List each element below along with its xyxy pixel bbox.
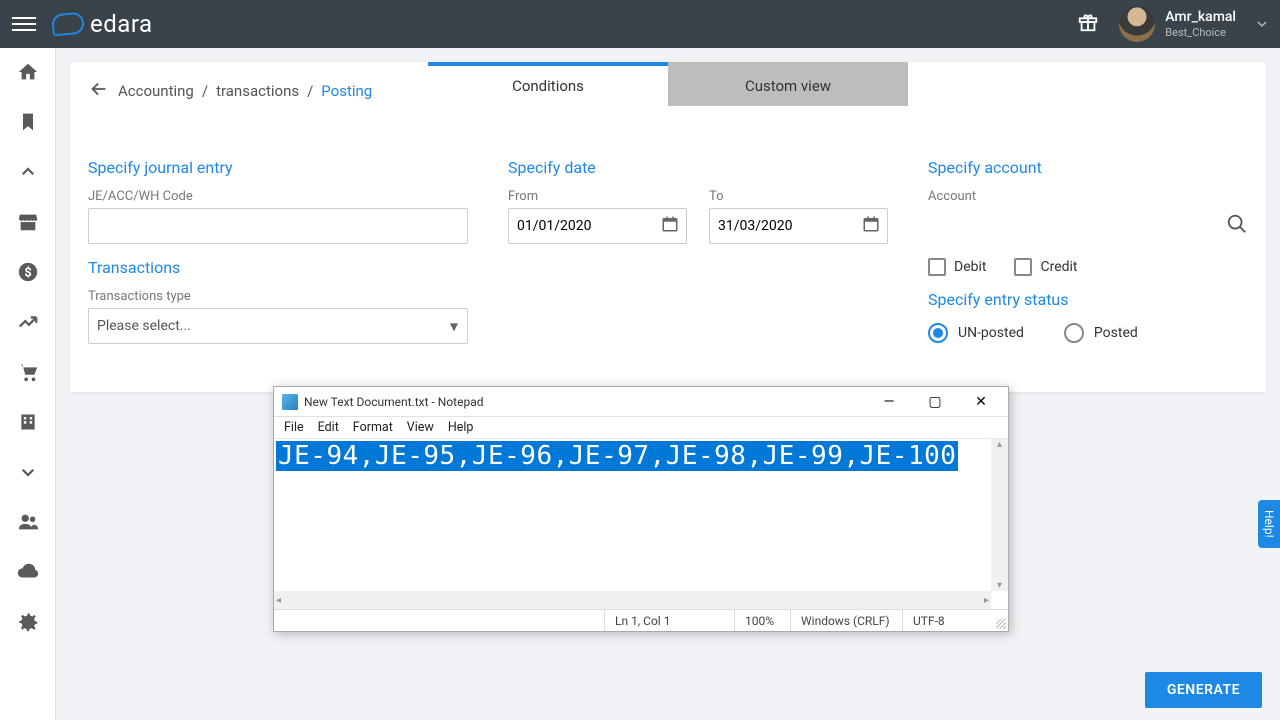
notepad-content[interactable]: JE-94,JE-95,JE-96,JE-97,JE-98,JE-99,JE-1…: [274, 439, 1008, 609]
credit-label: Credit: [1040, 259, 1077, 275]
crumb-2[interactable]: transactions: [216, 82, 299, 100]
tabs: Conditions Custom view: [428, 62, 908, 106]
transactions-title: Transactions: [88, 258, 468, 277]
scroll-right-icon[interactable]: ▸: [984, 595, 989, 606]
h-scrollbar[interactable]: ◂ ▸: [274, 591, 991, 609]
unposted-radio-item[interactable]: UN-posted: [928, 323, 1024, 343]
menu-toggle[interactable]: [12, 12, 36, 36]
to-label: To: [709, 189, 888, 204]
back-arrow-icon[interactable]: [88, 78, 110, 104]
gift-icon[interactable]: [1077, 11, 1099, 37]
account-title: Specify account: [928, 158, 1248, 177]
notepad-titlebar[interactable]: New Text Document.txt - Notepad — ▢ ✕: [274, 387, 1008, 417]
status-title: Specify entry status: [928, 290, 1248, 309]
notepad-icon: [282, 394, 298, 410]
tab-custom-view[interactable]: Custom view: [668, 62, 908, 106]
debit-label: Debit: [954, 259, 986, 275]
transactions-label: Transactions type: [88, 289, 468, 304]
status-enc: UTF-8: [902, 610, 992, 631]
posted-label: Posted: [1094, 325, 1138, 341]
trending-icon[interactable]: [16, 310, 40, 334]
logo[interactable]: edara: [52, 10, 153, 38]
up-chevron-icon[interactable]: [16, 160, 40, 184]
journal-label: JE/ACC/WH Code: [88, 189, 468, 204]
scroll-up-icon[interactable]: ▴: [991, 439, 1008, 450]
chevron-down-icon: [1256, 15, 1268, 34]
resize-grip[interactable]: [992, 610, 1008, 631]
from-label: From: [508, 189, 687, 204]
user-name: Amr_kamal: [1165, 9, 1236, 26]
status-eol: Windows (CRLF): [790, 610, 902, 631]
notepad-menubar: File Edit Format View Help: [274, 417, 1008, 439]
account-label: Account: [928, 189, 1248, 204]
home-icon[interactable]: [16, 60, 40, 84]
transactions-select[interactable]: [88, 308, 468, 344]
gear-icon[interactable]: [16, 610, 40, 634]
crumb-1[interactable]: Accounting: [118, 82, 194, 100]
menu-edit[interactable]: Edit: [318, 420, 339, 435]
status-pos: Ln 1, Col 1: [604, 610, 734, 631]
menu-file[interactable]: File: [284, 420, 304, 435]
journal-code-input[interactable]: [88, 208, 468, 244]
building-icon[interactable]: [16, 410, 40, 434]
logo-icon: [51, 12, 85, 37]
money-icon[interactable]: $: [16, 260, 40, 284]
maximize-button[interactable]: ▢: [912, 388, 958, 416]
menu-format[interactable]: Format: [353, 420, 393, 435]
credit-check-item[interactable]: Credit: [1014, 258, 1077, 276]
svg-text:$: $: [24, 266, 31, 281]
debit-check-item[interactable]: Debit: [928, 258, 986, 276]
journal-title: Specify journal entry: [88, 158, 468, 177]
notepad-title: New Text Document.txt - Notepad: [304, 395, 866, 409]
down-chevron-icon[interactable]: [16, 460, 40, 484]
calendar-icon[interactable]: [661, 215, 679, 237]
posted-radio-item[interactable]: Posted: [1064, 323, 1138, 343]
menu-help[interactable]: Help: [448, 420, 474, 435]
user-menu[interactable]: Amr_kamal Best_Choice: [1119, 6, 1268, 42]
content-card: Accounting / transactions / Posting Cond…: [70, 62, 1266, 392]
notepad-selected-text[interactable]: JE-94,JE-95,JE-96,JE-97,JE-98,JE-99,JE-1…: [276, 441, 958, 471]
date-title: Specify date: [508, 158, 888, 177]
menu-view[interactable]: View: [407, 420, 434, 435]
generate-button[interactable]: GENERATE: [1145, 672, 1262, 708]
calendar-icon[interactable]: [862, 215, 880, 237]
posted-radio[interactable]: [1064, 323, 1084, 343]
crumb-3[interactable]: Posting: [321, 82, 372, 100]
notepad-statusbar: Ln 1, Col 1 100% Windows (CRLF) UTF-8: [274, 609, 1008, 631]
close-button[interactable]: ✕: [958, 388, 1004, 416]
account-input[interactable]: [928, 208, 1216, 244]
search-icon[interactable]: [1226, 213, 1248, 239]
topbar: edara Amr_kamal Best_Choice: [0, 0, 1280, 48]
scroll-down-icon[interactable]: ▾: [991, 580, 1008, 591]
notepad-window: New Text Document.txt - Notepad — ▢ ✕ Fi…: [273, 386, 1009, 632]
status-zoom: 100%: [734, 610, 790, 631]
debit-checkbox[interactable]: [928, 258, 946, 276]
cart-icon[interactable]: [16, 360, 40, 384]
avatar: [1119, 6, 1155, 42]
minimize-button[interactable]: —: [866, 388, 912, 416]
credit-checkbox[interactable]: [1014, 258, 1032, 276]
help-tab[interactable]: Help!: [1258, 500, 1280, 548]
logo-text: edara: [90, 10, 153, 38]
unposted-radio[interactable]: [928, 323, 948, 343]
sidebar: $: [0, 48, 56, 720]
bookmark-icon[interactable]: [16, 110, 40, 134]
store-icon[interactable]: [16, 210, 40, 234]
cloud-icon[interactable]: [16, 560, 40, 584]
scroll-left-icon[interactable]: ◂: [276, 595, 281, 606]
tab-conditions[interactable]: Conditions: [428, 62, 668, 106]
unposted-label: UN-posted: [958, 325, 1024, 341]
v-scrollbar[interactable]: ▴ ▾: [991, 439, 1008, 591]
user-org: Best_Choice: [1165, 26, 1236, 39]
people-icon[interactable]: [16, 510, 40, 534]
